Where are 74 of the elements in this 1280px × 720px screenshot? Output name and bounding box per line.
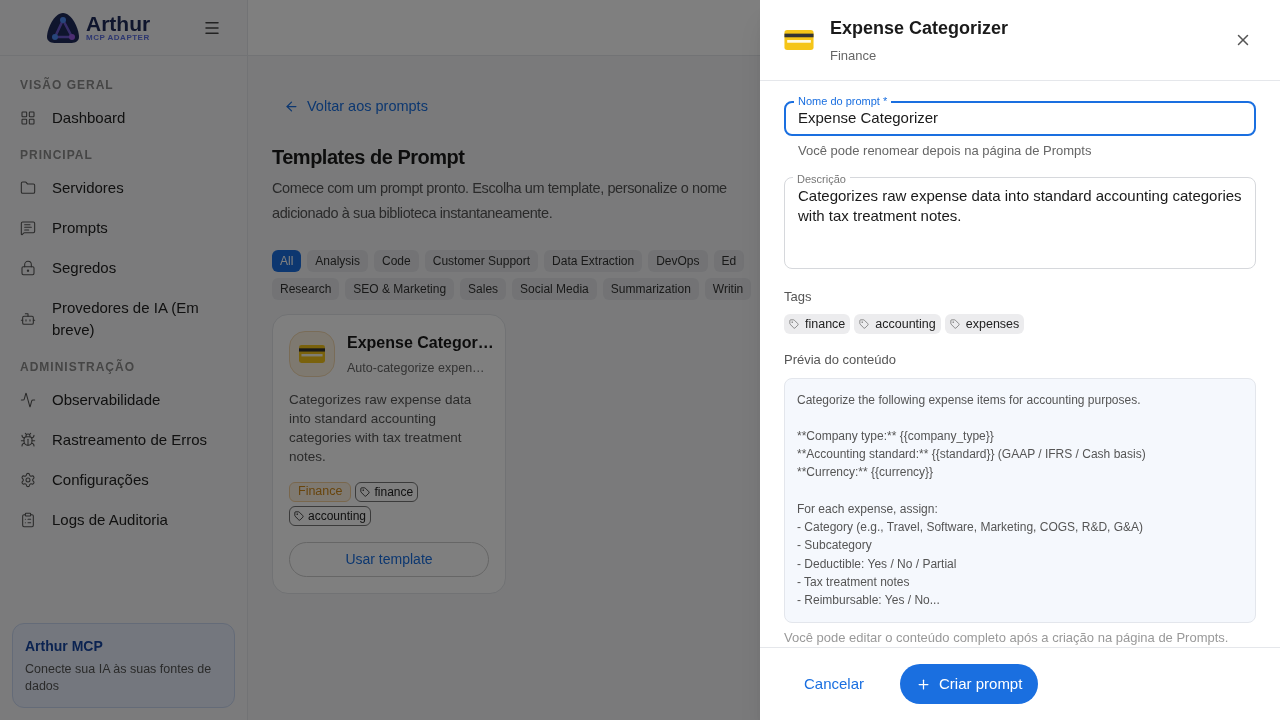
logo-icon bbox=[44, 10, 82, 45]
plus-icon bbox=[916, 676, 932, 692]
tag-badge: finance bbox=[355, 481, 419, 502]
preview-line: - Reimbursable: Yes / No... bbox=[797, 592, 941, 610]
message-icon bbox=[20, 220, 36, 236]
pulse-icon bbox=[20, 392, 36, 408]
filter-chip[interactable]: Data Extraction bbox=[544, 249, 643, 272]
filter-chip[interactable]: Analysis bbox=[307, 249, 369, 272]
logo-tagline: MCP ADAPTER bbox=[86, 34, 151, 42]
page-title: Templates de Prompt bbox=[272, 144, 465, 170]
preview-label: Prévia do conteúdo bbox=[784, 351, 898, 370]
folder-icon bbox=[20, 180, 36, 196]
drawer-subtitle: Finance bbox=[830, 46, 878, 65]
category-badge: Finance bbox=[289, 481, 352, 502]
filter-chip[interactable]: DevOps bbox=[648, 249, 708, 272]
preview-line: **Company type:** {{company_type}} bbox=[797, 427, 995, 445]
card-description: Categorizes raw expense data into standard accounting categories with tax treatment notes. bbox=[289, 390, 473, 466]
tag-chip: finance bbox=[784, 314, 851, 335]
create-prompt-button[interactable]: Criar prompt bbox=[900, 664, 1039, 704]
preview-line: **Currency:** {{currency}} bbox=[797, 464, 935, 482]
lock-icon bbox=[20, 260, 36, 276]
logo-name: Arthur bbox=[86, 13, 151, 34]
preview-note: Você pode editar o conteúdo completo após a criação na página de Prompts. bbox=[784, 628, 1230, 647]
filter-chip[interactable]: Writin bbox=[704, 277, 752, 300]
tag-icon bbox=[789, 319, 799, 330]
tag-icon bbox=[360, 486, 371, 497]
bug-icon bbox=[20, 432, 36, 448]
filter-chip[interactable]: Research bbox=[272, 277, 340, 300]
settings-icon bbox=[20, 472, 36, 488]
sidebar-item[interactable]: Prompts bbox=[20, 208, 227, 248]
tag-icon bbox=[949, 319, 960, 330]
filter-chip[interactable]: Ed bbox=[713, 249, 745, 272]
sidebar-item[interactable]: Configurações bbox=[20, 460, 227, 500]
cancel-button[interactable]: Cancelar bbox=[784, 664, 885, 704]
tag-icon bbox=[859, 319, 870, 330]
sidebar-item[interactable]: Logs de Auditoria bbox=[20, 500, 227, 540]
sidebar-item[interactable]: Dashboard bbox=[20, 98, 227, 138]
preview-line: Categorize the following expense items for accounting purposes. bbox=[797, 391, 1142, 409]
clipboard-icon bbox=[20, 512, 36, 528]
page-description: Comece com um prompt pronto. Escolha um template, personalize o nome bbox=[272, 178, 727, 198]
helper-text: Você pode renomear depois na página de Prompts bbox=[797, 142, 1093, 161]
tags-label: Tags bbox=[784, 287, 813, 306]
sidebar-item[interactable]: Servidores bbox=[20, 168, 227, 208]
filter-chip[interactable]: All bbox=[272, 249, 302, 272]
tag-badge: accounting bbox=[289, 505, 372, 526]
preview-line: - Tax treatment notes bbox=[797, 573, 911, 591]
filter-chip[interactable]: Code bbox=[374, 249, 419, 272]
filter-chip[interactable]: SEO & Marketing bbox=[345, 277, 455, 300]
promo-text: Conecte sua IA às suas fontes de dados bbox=[25, 661, 213, 695]
credit-card-icon bbox=[299, 345, 325, 364]
filter-chip[interactable]: Sales bbox=[460, 277, 507, 300]
back-link[interactable]: Voltar aos prompts bbox=[272, 96, 428, 118]
tag-chip: accounting bbox=[854, 314, 941, 335]
credit-card-icon bbox=[784, 30, 814, 50]
tag-icon bbox=[294, 510, 304, 521]
promo-title: Arthur MCP bbox=[25, 637, 104, 656]
sidebar-item[interactable]: Segredos bbox=[20, 248, 227, 288]
tag-chip: expenses bbox=[944, 314, 1025, 335]
robot-icon bbox=[20, 311, 36, 327]
dashboard-icon bbox=[20, 110, 36, 126]
preview-line: **Accounting standard:** {{standard}} (GAAP / IFRS / Cash basis) bbox=[797, 446, 1147, 464]
sidebar-item[interactable]: Observabilidade bbox=[20, 380, 227, 420]
preview-line: For each expense, assign: bbox=[797, 500, 939, 518]
filter-chip[interactable]: Customer Support bbox=[424, 249, 539, 272]
preview-line: - Subcategory bbox=[797, 537, 873, 555]
page-description: adicionado à sua biblioteca instantaneamente. bbox=[272, 203, 553, 223]
sidebar-item[interactable]: Rastreamento de Erros bbox=[20, 420, 227, 460]
preview-line: - Category (e.g., Travel, Software, Marketing, COGS, R&D, G&A) bbox=[797, 519, 1145, 536]
card-subtitle: Auto-categorize expen… bbox=[347, 359, 486, 377]
filter-chip[interactable]: Summarization bbox=[602, 277, 699, 300]
drawer-title: Expense Categorizer bbox=[830, 16, 1010, 40]
sidebar-item[interactable]: Provedores de IA (Em breve) bbox=[20, 288, 227, 350]
preview-line: - Deductible: Yes / No / Partial bbox=[797, 555, 958, 573]
filter-chip[interactable]: Social Media bbox=[512, 277, 597, 300]
